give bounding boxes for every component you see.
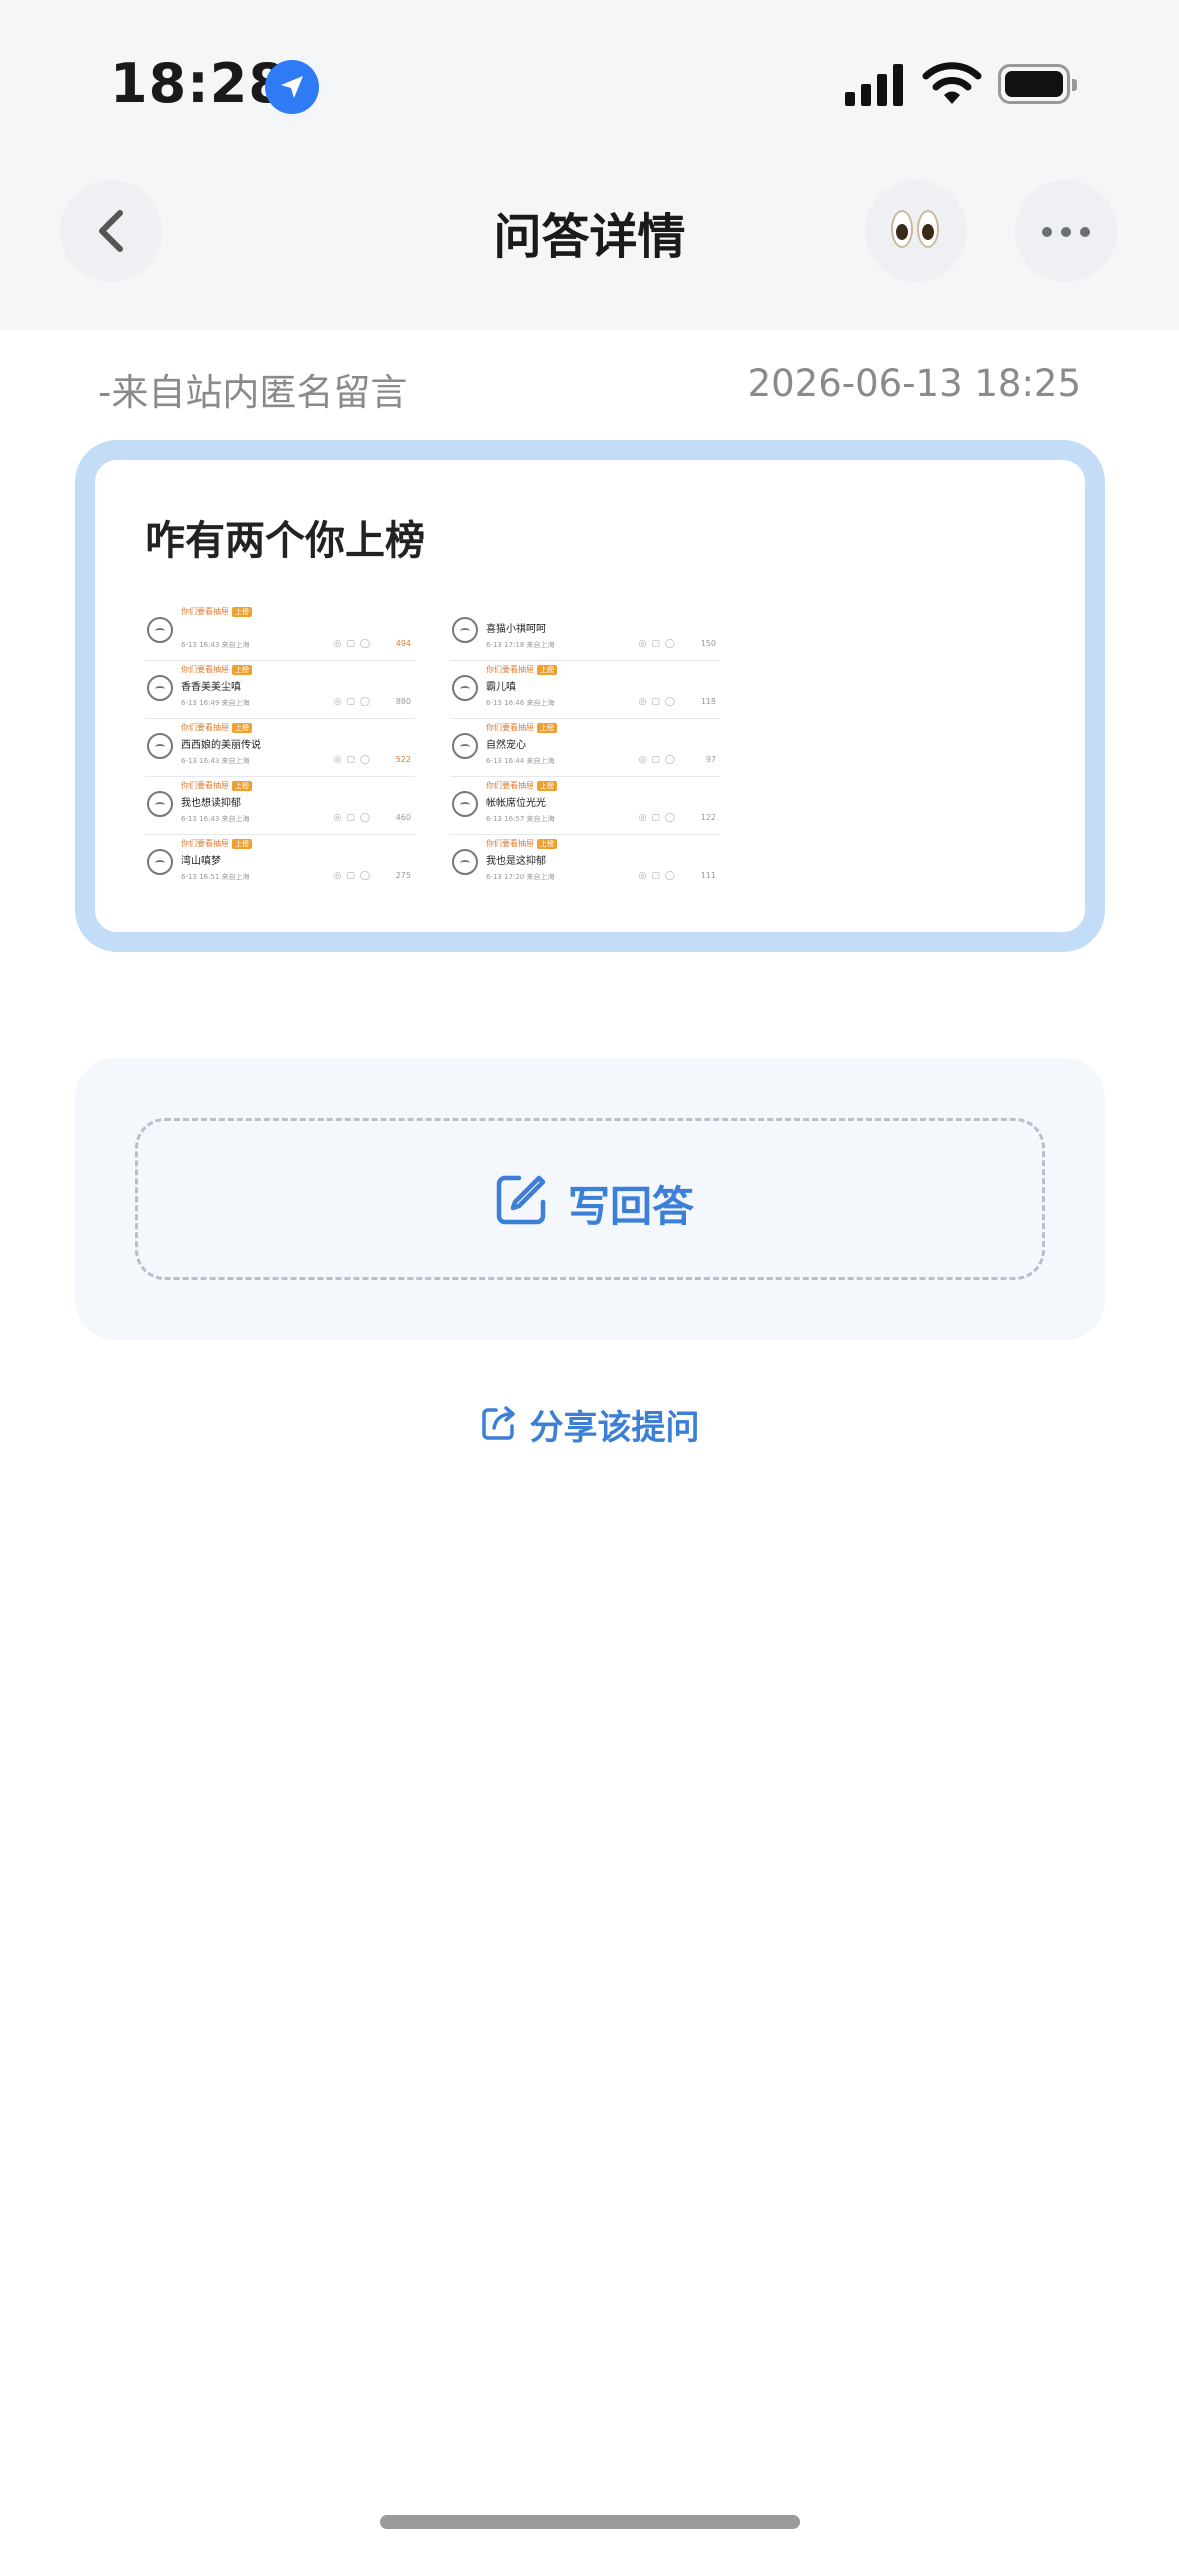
question-source: -来自站内匿名留言 (98, 371, 408, 414)
question-image[interactable]: 你们要看抽屉 上榜 6-13 16:43 来自上海 ◎▢◯ 494 你们要看抽屉 上榜 香香美… (145, 603, 730, 888)
comment-likes: 111 (700, 871, 716, 880)
avatar-icon (147, 849, 173, 875)
comment-actions-icons: ◎▢◯ (333, 755, 375, 765)
comment-meta: 6-13 17:18 来自上海 (486, 641, 555, 649)
comment-likes: 460 (395, 813, 411, 822)
write-answer-label: 写回答 (568, 1182, 695, 1231)
comment-meta: 6-13 16:49 来自上海 (181, 699, 250, 707)
avatar-icon (452, 733, 478, 759)
comment-meta: 6-13 16:57 来自上海 (486, 815, 555, 823)
rank-badge: 上榜 (537, 723, 557, 733)
rank-badge: 上榜 (232, 665, 252, 675)
comment-text: 香香美美尘嗔 (181, 682, 241, 693)
image-comment-row: 你们要看抽屉 上榜 我也是这抑郁 6-13 17:20 来自上海 ◎▢◯ 111 (450, 835, 720, 888)
comment-likes: 118 (700, 697, 716, 706)
comment-actions-icons: ◎▢◯ (333, 697, 375, 707)
comment-meta: 6-13 16:43 来自上海 (181, 757, 250, 765)
rank-badge: 上榜 (537, 839, 557, 849)
comment-user: 你们要看抽屉 上榜 (486, 664, 557, 675)
write-answer-button[interactable]: 写回答 (135, 1118, 1045, 1280)
comment-actions-icons: ◎▢◯ (638, 697, 680, 707)
comment-likes: 880 (395, 697, 411, 706)
more-options-button[interactable] (1015, 180, 1117, 282)
rank-badge: 上榜 (537, 665, 557, 675)
avatar-icon (147, 617, 173, 643)
comment-user: 你们要看抽屉 上榜 (181, 606, 252, 617)
rank-badge: 上榜 (232, 723, 252, 733)
location-arrow-icon (265, 60, 319, 114)
share-question-link[interactable]: 分享该提问 (0, 1400, 1179, 1449)
avatar-icon (452, 675, 478, 701)
comment-actions-icons: ◎▢◯ (638, 813, 680, 823)
page-title: 问答详情 (493, 209, 686, 265)
comment-actions-icons: ◎▢◯ (333, 813, 375, 823)
edit-icon (496, 1175, 546, 1225)
share-icon (481, 1406, 515, 1440)
comment-likes: 97 (705, 755, 716, 764)
wifi-icon (922, 62, 982, 104)
comment-user: 你们要看抽屉 上榜 (181, 664, 252, 675)
image-comment-row: 你们要看抽屉 上榜 湾山嗔梦 6-13 16:51 来自上海 ◎▢◯ 275 (145, 835, 415, 888)
avatar-icon (147, 733, 173, 759)
comment-actions-icons: ◎▢◯ (333, 871, 375, 881)
comment-text: 霸儿嗔 (486, 682, 516, 693)
comment-user: 你们要看抽屉 上榜 (181, 722, 252, 733)
comment-meta: 6-13 16:43 来自上海 (181, 641, 250, 649)
image-comment-row: 你们要看抽屉 上榜 西西娘的美丽传说 6-13 16:43 来自上海 ◎▢◯ 522 (145, 719, 415, 777)
header-background (0, 0, 1179, 330)
image-comment-row: 你们要看抽屉 上榜 霸儿嗔 6-13 16:46 来自上海 ◎▢◯ 118 (450, 661, 720, 719)
rank-badge: 上榜 (232, 781, 252, 791)
image-column-right: 喜猫小祺呵呵 6-13 17:18 来自上海 ◎▢◯ 150 你们要看抽屉 上榜 霸儿嗔 6-… (450, 603, 720, 888)
comment-user: 你们要看抽屉 上榜 (181, 838, 252, 849)
avatar-icon (452, 849, 478, 875)
comment-user: 你们要看抽屉 上榜 (181, 780, 252, 791)
comment-likes: 122 (700, 813, 716, 822)
comment-actions-icons: ◎▢◯ (333, 639, 375, 649)
image-comment-row: 你们要看抽屉 上榜 我也想读抑郁 6-13 16:43 来自上海 ◎▢◯ 460 (145, 777, 415, 835)
comment-actions-icons: ◎▢◯ (638, 755, 680, 765)
eyes-button[interactable] (865, 180, 967, 282)
home-indicator (380, 2515, 800, 2529)
comment-user: 你们要看抽屉 上榜 (486, 838, 557, 849)
image-comment-row: 你们要看抽屉 上榜 6-13 16:43 来自上海 ◎▢◯ 494 (145, 603, 415, 661)
comment-user: 你们要看抽屉 上榜 (486, 780, 557, 791)
battery-icon (998, 64, 1077, 104)
avatar-icon (452, 617, 478, 643)
comment-meta: 6-13 17:20 来自上海 (486, 873, 555, 881)
avatar-icon (147, 791, 173, 817)
image-column-left: 你们要看抽屉 上榜 6-13 16:43 来自上海 ◎▢◯ 494 你们要看抽屉 上榜 香香美… (145, 603, 415, 888)
comment-meta: 6-13 16:44 来自上海 (486, 757, 555, 765)
comment-meta: 6-13 16:43 来自上海 (181, 815, 250, 823)
image-comment-row: 你们要看抽屉 上榜 帐帐席位光光 6-13 16:57 来自上海 ◎▢◯ 122 (450, 777, 720, 835)
comment-likes: 150 (700, 639, 716, 648)
comment-text: 帐帐席位光光 (486, 798, 546, 809)
image-comment-row: 你们要看抽屉 上榜 自然宠心 6-13 16:44 来自上海 ◎▢◯ 97 (450, 719, 720, 777)
status-time: 18:28 (110, 52, 287, 115)
comment-user: 你们要看抽屉 上榜 (486, 722, 557, 733)
comment-text: 我也是这抑郁 (486, 856, 546, 867)
rank-badge: 上榜 (232, 839, 252, 849)
comment-text: 我也想读抑郁 (181, 798, 241, 809)
comment-actions-icons: ◎▢◯ (638, 871, 680, 881)
comment-actions-icons: ◎▢◯ (638, 639, 680, 649)
comment-text: 湾山嗔梦 (181, 856, 221, 867)
rank-badge: 上榜 (232, 607, 252, 617)
comment-text: 西西娘的美丽传说 (181, 740, 261, 751)
rank-badge: 上榜 (537, 781, 557, 791)
comment-likes: 494 (395, 639, 411, 648)
image-comment-row: 你们要看抽屉 上榜 香香美美尘嗔 6-13 16:49 来自上海 ◎▢◯ 880 (145, 661, 415, 719)
comment-text: 喜猫小祺呵呵 (486, 624, 546, 635)
comment-likes: 275 (395, 871, 411, 880)
cellular-signal-icon (845, 62, 905, 106)
avatar-icon (147, 675, 173, 701)
comment-likes: 522 (395, 755, 411, 764)
avatar-icon (452, 791, 478, 817)
share-label: 分享该提问 (529, 1408, 700, 1448)
image-comment-row: 喜猫小祺呵呵 6-13 17:18 来自上海 ◎▢◯ 150 (450, 603, 720, 661)
comment-text: 自然宠心 (486, 740, 526, 751)
question-text: 咋有两个你上榜 (145, 518, 425, 564)
comment-meta: 6-13 16:51 来自上海 (181, 873, 250, 881)
question-date: 2026-06-13 18:25 (747, 362, 1081, 405)
comment-meta: 6-13 16:46 来自上海 (486, 699, 555, 707)
